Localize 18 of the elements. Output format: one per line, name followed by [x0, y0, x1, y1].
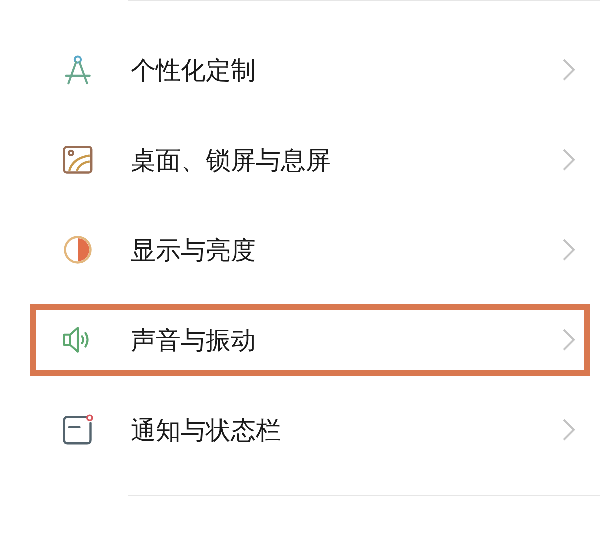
- chevron-icon: [562, 418, 576, 442]
- image-icon: [61, 143, 95, 177]
- item-label: 通知与状态栏: [131, 414, 282, 446]
- item-label: 个性化定制: [131, 54, 257, 86]
- chevron-icon: [562, 328, 576, 352]
- notification-icon: [61, 413, 95, 447]
- item-label: 桌面、锁屏与息屏: [131, 144, 332, 176]
- highlighted-settings-item[interactable]: 声音与振动: [30, 304, 590, 376]
- settings-item[interactable]: 桌面、锁屏与息屏: [30, 115, 590, 205]
- settings-item[interactable]: 通知与状态栏: [30, 385, 590, 475]
- item-label: 声音与振动: [131, 324, 257, 356]
- contrast-icon: [61, 233, 95, 267]
- item-label: 显示与亮度: [131, 234, 257, 266]
- settings-item[interactable]: 个性化定制: [30, 25, 590, 115]
- chevron-icon: [562, 58, 576, 82]
- chevron-icon: [562, 238, 576, 262]
- settings-item[interactable]: 显示与亮度: [30, 205, 590, 295]
- chevron-icon: [562, 148, 576, 172]
